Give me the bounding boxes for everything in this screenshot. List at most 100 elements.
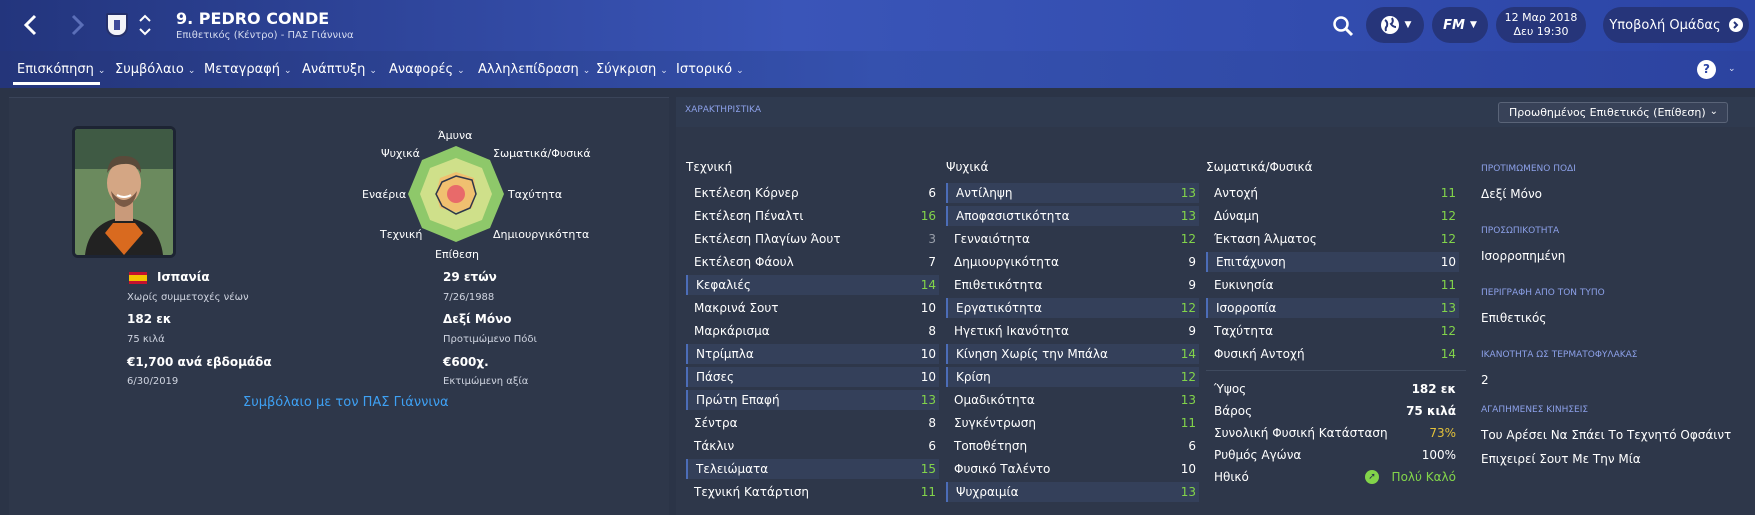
- stat-name: Ύψος: [1214, 382, 1247, 396]
- back-button[interactable]: [18, 10, 42, 40]
- date-of-birth: 7/26/1988: [443, 292, 495, 303]
- attribute-row[interactable]: Εργατικότητα 12: [946, 298, 1199, 318]
- attribute-row[interactable]: Έκταση Άλματος 12: [1206, 229, 1459, 249]
- attribute-row[interactable]: Ηγετική Ικανότητα 9: [946, 321, 1199, 341]
- attribute-name: Συγκέντρωση: [954, 416, 1036, 430]
- attribute-row[interactable]: Σέντρα 8: [686, 413, 939, 433]
- attribute-row[interactable]: Ταχύτητα 12: [1206, 321, 1459, 341]
- attribute-name: Ψυχραιμία: [956, 485, 1019, 499]
- help-icon[interactable]: ?: [1697, 60, 1716, 79]
- attribute-value: 10: [1180, 462, 1196, 476]
- attribute-row[interactable]: Επιτάχυνση 10: [1206, 252, 1459, 272]
- attribute-row[interactable]: Κίνηση Χωρίς την Μπάλα 14: [946, 344, 1199, 364]
- menu-label: Ανάπτυξη: [302, 62, 366, 77]
- attribute-row[interactable]: Επιθετικότητα 9: [946, 275, 1199, 295]
- chevron-down-icon[interactable]: ⌄: [1724, 60, 1736, 75]
- menu-overview[interactable]: Επισκόπηση ⌄: [17, 62, 105, 77]
- menu-label: Ιστορικό: [676, 62, 733, 77]
- attribute-row[interactable]: Μακρινά Σουτ 10: [686, 298, 939, 318]
- attribute-value: 12: [1440, 324, 1456, 338]
- attribute-row[interactable]: Ισορροπία 13: [1206, 298, 1459, 318]
- attribute-row[interactable]: Γενναιότητα 12: [946, 229, 1199, 249]
- menu-development[interactable]: Ανάπτυξη ⌄: [302, 62, 377, 77]
- attribute-row[interactable]: Δημιουργικότητα 9: [946, 252, 1199, 272]
- menu-transfer[interactable]: Μεταγραφή ⌄: [204, 62, 292, 77]
- attribute-row[interactable]: Αποφασιστικότητα 13: [946, 206, 1199, 226]
- time-text: Δευ 19:30: [1513, 25, 1569, 38]
- attribute-value: 9: [1188, 278, 1196, 292]
- attribute-row[interactable]: Φυσική Αντοχή 14: [1206, 344, 1459, 364]
- chevron-down-icon: ▼: [1469, 20, 1477, 30]
- up-down-chevron-icon[interactable]: [137, 12, 153, 38]
- attribute-row[interactable]: Αντοχή 11: [1206, 183, 1459, 203]
- attribute-row[interactable]: Τεχνική Κατάρτιση 11: [686, 482, 939, 502]
- fm-label: FM: [1443, 17, 1465, 33]
- attribute-value: 10: [1440, 255, 1456, 269]
- attribute-row[interactable]: Φυσικό Ταλέντο 10: [946, 459, 1199, 479]
- technical-heading: Τεχνική: [686, 160, 733, 174]
- chevron-down-icon: ⌄: [1709, 106, 1718, 117]
- forward-button[interactable]: [66, 10, 90, 40]
- attribute-name: Σέντρα: [694, 416, 738, 430]
- attribute-row[interactable]: Ντρίμπλα 10: [686, 344, 939, 364]
- attribute-name: Έκταση Άλματος: [1214, 232, 1317, 246]
- stat-name: Ρυθμός Αγώνα: [1214, 448, 1302, 462]
- attribute-row[interactable]: Μαρκάρισμα 8: [686, 321, 939, 341]
- menu-contract[interactable]: Συμβόλαιο ⌄: [115, 62, 195, 77]
- attribute-name: Κεφαλιές: [696, 278, 751, 292]
- attribute-row[interactable]: Ομαδικότητα 13: [946, 390, 1199, 410]
- attribute-row[interactable]: Πρώτη Επαφή 13: [686, 390, 939, 410]
- contract-link[interactable]: Συμβόλαιο με τον ΠΑΣ Γιάννινα: [243, 395, 449, 410]
- attribute-row[interactable]: Αντίληψη 13: [946, 183, 1199, 203]
- stat-value: 182 εκ: [1411, 382, 1456, 396]
- age: 29 ετών: [443, 270, 497, 284]
- attribute-row[interactable]: Συγκέντρωση 11: [946, 413, 1199, 433]
- attribute-row[interactable]: Κρίση 12: [946, 367, 1199, 387]
- attribute-value: 13: [920, 393, 936, 407]
- fm-menu[interactable]: FM ▼: [1432, 7, 1488, 43]
- attribute-row[interactable]: Τάκλιν 6: [686, 436, 939, 456]
- morale-icon: ➚: [1365, 470, 1379, 484]
- player-portrait-icon: [75, 129, 173, 255]
- radar-core: [447, 185, 465, 203]
- stat-row: Βάρος 75 κιλά: [1206, 401, 1459, 421]
- attribute-row[interactable]: Ευκινησία 11: [1206, 275, 1459, 295]
- date-display[interactable]: 12 Μαρ 2018 Δευ 19:30: [1496, 7, 1586, 43]
- side-heading: ΠΡΟΣΩΠΙΚΟΤΗΤΑ: [1481, 226, 1560, 236]
- physical-heading: Σωματικά/Φυσικά: [1206, 160, 1313, 174]
- role-dropdown[interactable]: Προωθημένος Επιθετικός (Επίθεση) ⌄: [1498, 102, 1728, 123]
- attribute-row[interactable]: Εκτέλεση Πέναλτι 16: [686, 206, 939, 226]
- menu-interaction[interactable]: Αλληλεπίδραση ⌄: [478, 62, 590, 77]
- attribute-name: Εργατικότητα: [956, 301, 1042, 315]
- contract-end: 6/30/2019: [127, 376, 179, 387]
- club-crest-icon[interactable]: [106, 13, 128, 37]
- chevron-down-icon: ⌄: [369, 66, 377, 76]
- attribute-row[interactable]: Ψυχραιμία 13: [946, 482, 1199, 502]
- value-label: Εκτιμώμενη αξία: [443, 376, 529, 387]
- attribute-row[interactable]: Εκτέλεση Φάουλ 7: [686, 252, 939, 272]
- top-bar: 9. PEDRO CONDE Επιθετικός (Κέντρο) - ΠΑΣ…: [0, 0, 1755, 51]
- spain-flag-icon: [129, 272, 147, 284]
- stat-name: Ηθικό: [1214, 470, 1249, 484]
- player-photo: [72, 126, 176, 258]
- attribute-value: 11: [1440, 186, 1456, 200]
- menu-history[interactable]: Ιστορικό ⌄: [676, 62, 744, 77]
- globe-dropdown[interactable]: ▼: [1366, 7, 1424, 43]
- attribute-row[interactable]: Τελειώματα 15: [686, 459, 939, 479]
- submit-team-button[interactable]: Υποβολή Ομάδας: [1603, 7, 1749, 43]
- attribute-row[interactable]: Εκτέλεση Πλαγίων Άουτ 3: [686, 229, 939, 249]
- radar-label-creativity: Δημιουργικότητα: [493, 228, 590, 241]
- attribute-row[interactable]: Κεφαλιές 14: [686, 275, 939, 295]
- attribute-row[interactable]: Πάσες 10: [686, 367, 939, 387]
- menu-reports[interactable]: Αναφορές ⌄: [389, 62, 465, 77]
- search-icon[interactable]: [1332, 15, 1354, 37]
- attribute-value: 10: [920, 301, 936, 315]
- side-value: Δεξί Μόνο: [1481, 187, 1543, 201]
- attribute-row[interactable]: Εκτέλεση Κόρνερ 6: [686, 183, 939, 203]
- menu-compare[interactable]: Σύγκριση ⌄: [596, 62, 668, 77]
- attribute-row[interactable]: Δύναμη 12: [1206, 206, 1459, 226]
- attribute-name: Ταχύτητα: [1214, 324, 1274, 338]
- preferred-foot: Δεξί Μόνο: [443, 312, 512, 326]
- attribute-row[interactable]: Τοποθέτηση 6: [946, 436, 1199, 456]
- attribute-value: 16: [920, 209, 936, 223]
